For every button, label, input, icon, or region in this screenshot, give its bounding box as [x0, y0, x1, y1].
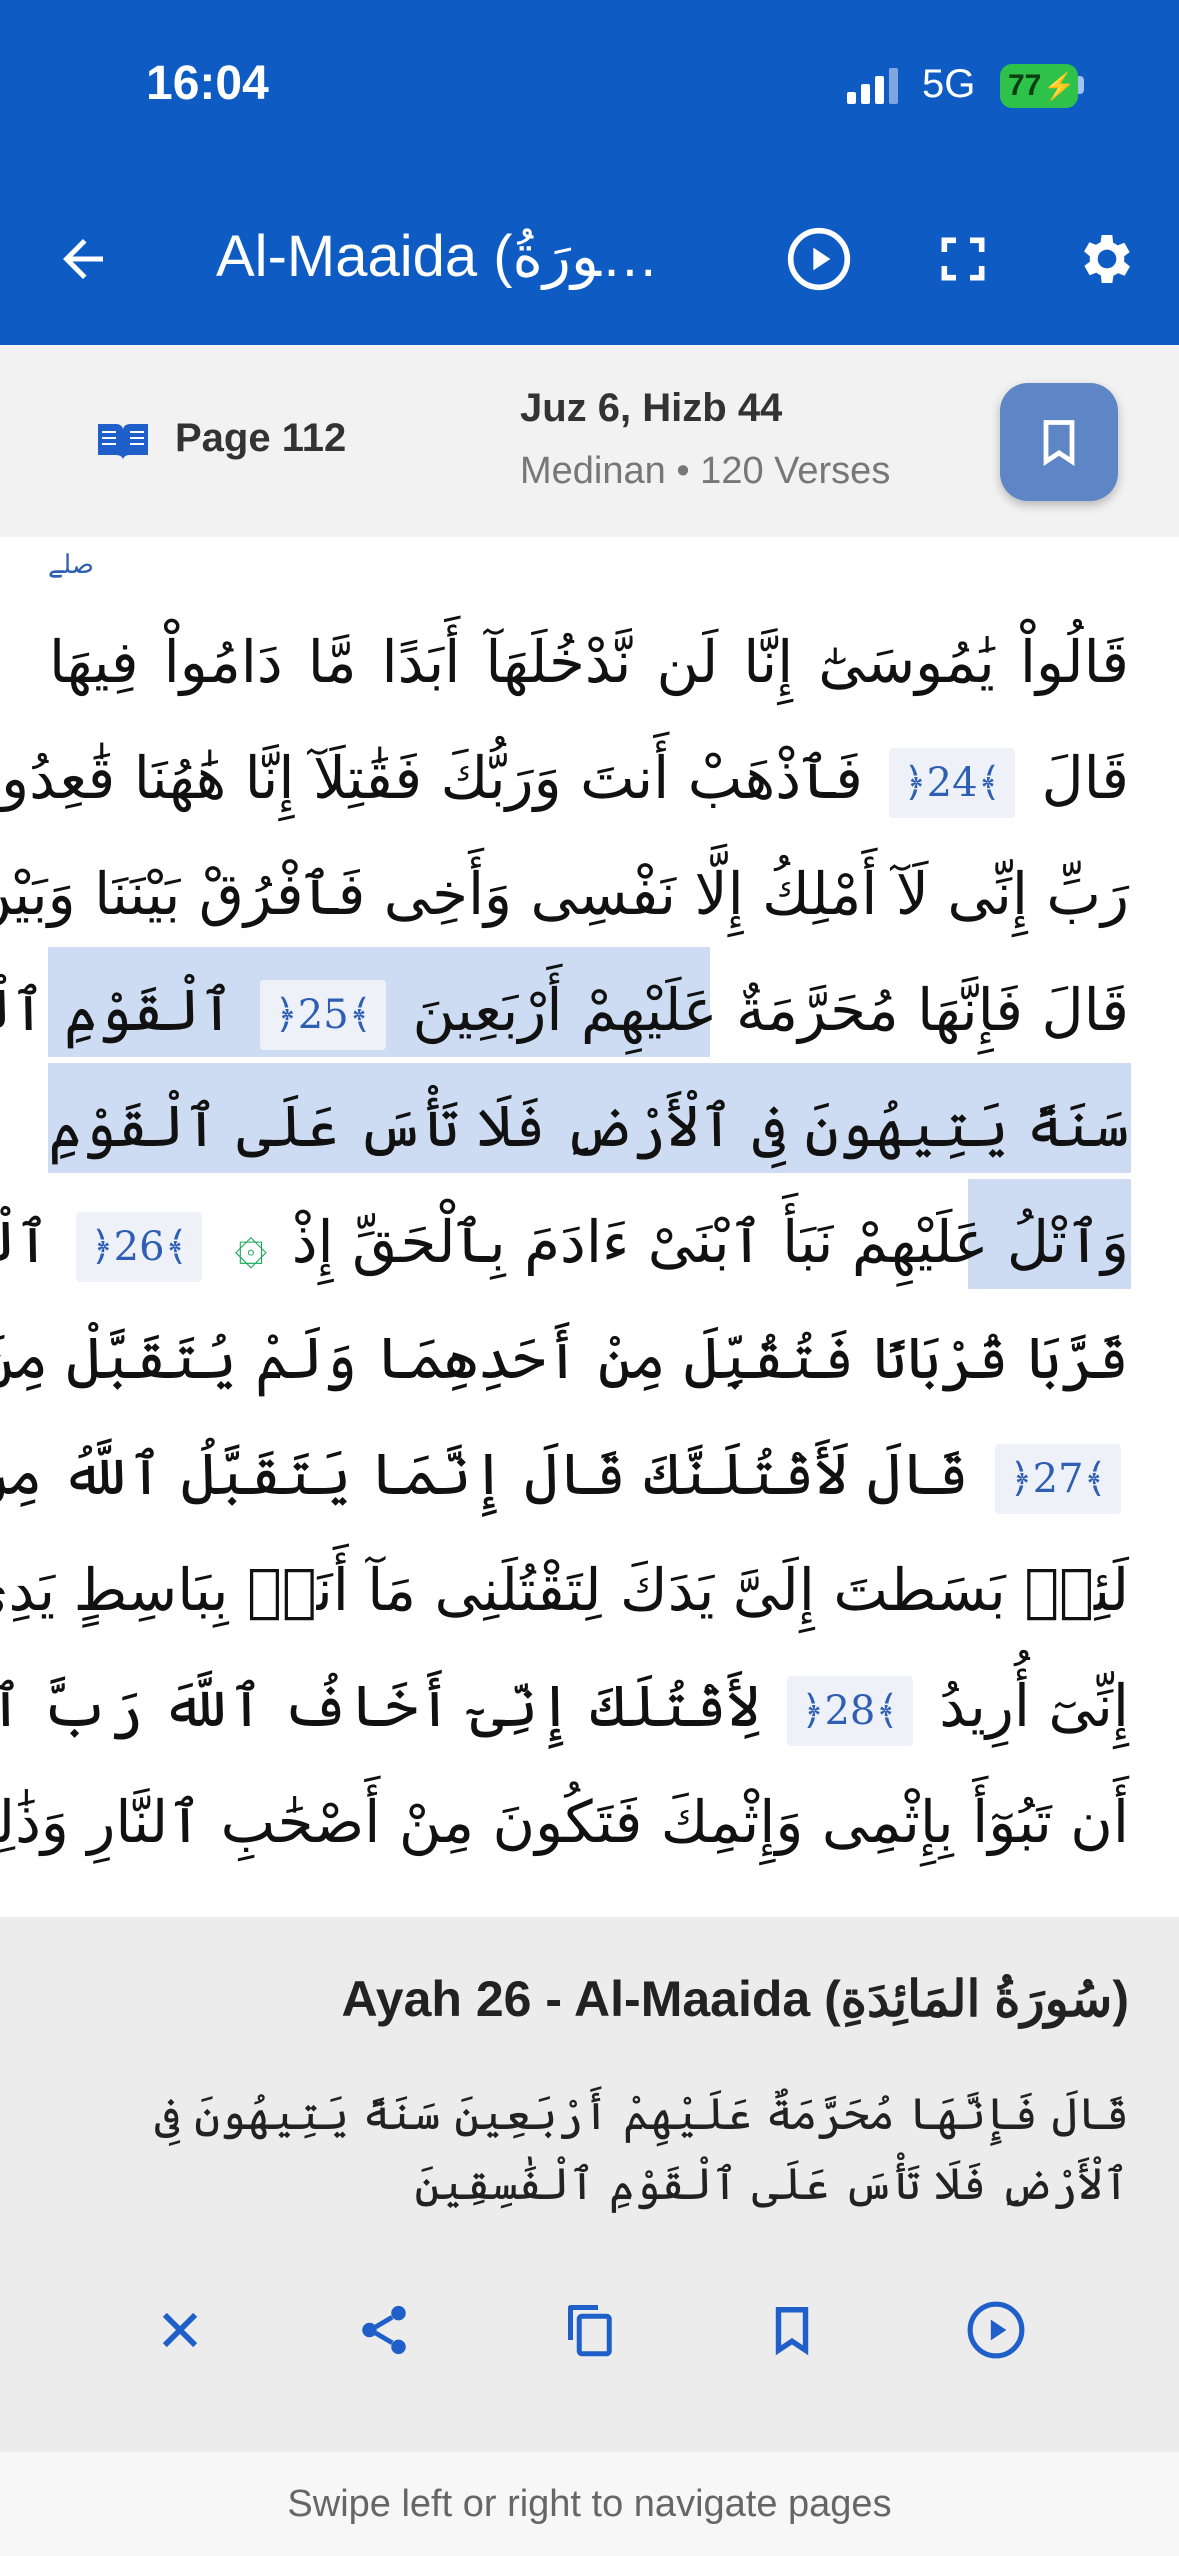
quran-text-segment: وَٱتْلُ عَلَيْهِمْ نَبَأَ ٱبْنَىْ ءَادَم…: [291, 1208, 1129, 1276]
quran-text-segment: قَالَ فَإِنَّهَا مُحَرَّمَةٌ عَلَيْهِمْ …: [412, 976, 1129, 1044]
gear-icon: [1084, 235, 1130, 283]
play-circle-icon: [787, 227, 851, 291]
ayah-number-27[interactable]: ﴿27﴾: [995, 1443, 1121, 1514]
close-icon: [162, 2312, 198, 2348]
share-icon: [362, 2305, 406, 2355]
battery-indicator: 77 ⚡: [1000, 64, 1078, 108]
hizb-star-icon: ۞: [234, 1211, 268, 1276]
signal-icon: [847, 68, 898, 104]
ayah-title: Ayah 26 - Al-Maaida (سُورَةُ المَائِدَةِ…: [341, 1971, 1129, 2027]
quran-text-segment: فَٱذْهَبْ أَنتَ وَرَبُّكَ فَقَٰتِلَآ إِن…: [0, 744, 863, 812]
waqf-mark: صلے: [48, 550, 94, 580]
quran-text-segment: لِأَقْتُلَكَ إِنِّىٓ أَخَافُ ٱللَّهَ رَب…: [0, 1672, 761, 1740]
back-button[interactable]: [38, 214, 128, 304]
quran-line-9[interactable]: لَئِنۢ بَسَطتَ إِلَىَّ يَدَكَ لِتَقْتُلَ…: [0, 1535, 1129, 1645]
battery-tip: [1078, 76, 1084, 94]
bookmark-icon: [1043, 420, 1075, 466]
quran-line-4[interactable]: قَالَ فَإِنَّهَا مُحَرَّمَةٌ عَلَيْهِمْ …: [0, 955, 1129, 1065]
quran-text-segment: قَالَ لَأَقْتُلَنَّكَ قَالَ إِنَّمَا يَت…: [0, 1440, 969, 1508]
quran-line-10[interactable]: إِنِّىٓ أُرِيدُ ﴿28﴾ لِأَقْتُلَكَ إِنِّى…: [0, 1651, 1129, 1761]
app-header: 16:04 5G 77 ⚡ Al-Maaida (سُورَةُ...: [0, 0, 1179, 345]
settings-button[interactable]: [1062, 214, 1152, 304]
bookmark-ayah-button[interactable]: [742, 2280, 842, 2380]
quran-line-1[interactable]: قَالُواْ يَٰمُوسَىٰٓ إِنَّا لَن نَّدْخُل…: [49, 607, 1129, 717]
ayah-number-26[interactable]: ﴿26﴾: [76, 1211, 203, 1282]
play-button[interactable]: [774, 214, 864, 304]
fullscreen-icon: [941, 237, 985, 281]
status-bar: 16:04 5G 77 ⚡: [0, 0, 1179, 175]
copy-icon: [568, 2305, 612, 2357]
network-type: 5G: [922, 62, 976, 106]
quran-text-segment: ٱلْفَٰسِقِينَ: [0, 1208, 50, 1276]
status-time: 16:04: [146, 57, 269, 110]
fullscreen-button[interactable]: [918, 214, 1008, 304]
share-button[interactable]: [334, 2280, 434, 2380]
ayah-number-24[interactable]: ﴿24﴾: [889, 747, 1016, 818]
quran-page[interactable]: قَالُواْ يَٰمُوسَىٰٓ إِنَّا لَن نَّدْخُل…: [0, 537, 1179, 1917]
close-button[interactable]: [130, 2280, 230, 2380]
open-book-icon: [98, 424, 148, 460]
bookmark-page-button[interactable]: [1000, 383, 1118, 501]
quran-line-3[interactable]: رَبِّ إِنِّى لَآ أَمْلِكُ إِلَّا نَفْسِى…: [0, 839, 1129, 949]
quran-text-segment: ٱلْقَوْمِ ٱلْفَٰسِقِينَ: [0, 976, 234, 1044]
quran-line-7[interactable]: قَرَّبَا قُرْبَانًا فَتُقُبِّلَ مِنْ أَح…: [0, 1303, 1129, 1413]
ayah-number-25[interactable]: ﴿25﴾: [260, 979, 387, 1050]
ayah-text: قَالَ فَإِنَّهَا مُحَرَّمَةٌ عَلَيْهِمْ …: [154, 2089, 1129, 2210]
quran-line-8[interactable]: ﴿27﴾ قَالَ لَأَقْتُلَنَّكَ قَالَ إِنَّمَ…: [0, 1419, 1129, 1529]
page-number-label[interactable]: Page 112: [175, 416, 346, 461]
bookmark-icon: [775, 2307, 809, 2356]
play-ayah-button[interactable]: [946, 2280, 1046, 2380]
play-circle-icon: [967, 2301, 1025, 2359]
juz-hizb-label: Juz 6, Hizb 44: [520, 386, 783, 430]
page-title: Al-Maaida (سُورَةُ...: [216, 224, 696, 289]
ayah-number-28[interactable]: ﴿28﴾: [787, 1675, 913, 1746]
arrow-left-icon: [63, 239, 103, 279]
quran-line-11[interactable]: أَن تَبُوٓأَ بِإِثْمِى وَإِثْمِكَ فَتَكُ…: [0, 1767, 1129, 1877]
quran-line-6[interactable]: وَٱتْلُ عَلَيْهِمْ نَبَأَ ٱبْنَىْ ءَادَم…: [0, 1187, 1129, 1297]
navigation-hint: Swipe left or right to navigate pages: [0, 2452, 1179, 2556]
surah-meta: Medinan • 120 Verses: [520, 450, 891, 492]
copy-button[interactable]: [538, 2280, 638, 2380]
quran-line-5[interactable]: سَنَةً يَتِيهُونَ فِى ٱلْأَرْضِ فَلَا تَ…: [48, 1071, 1129, 1181]
quran-text-segment: إِنِّىٓ أُرِيدُ: [939, 1672, 1129, 1740]
quran-text-segment: قَالَ: [1041, 744, 1129, 812]
quran-line-2[interactable]: قَالَ ﴿24﴾ فَٱذْهَبْ أَنتَ وَرَبُّكَ فَق…: [0, 723, 1129, 833]
